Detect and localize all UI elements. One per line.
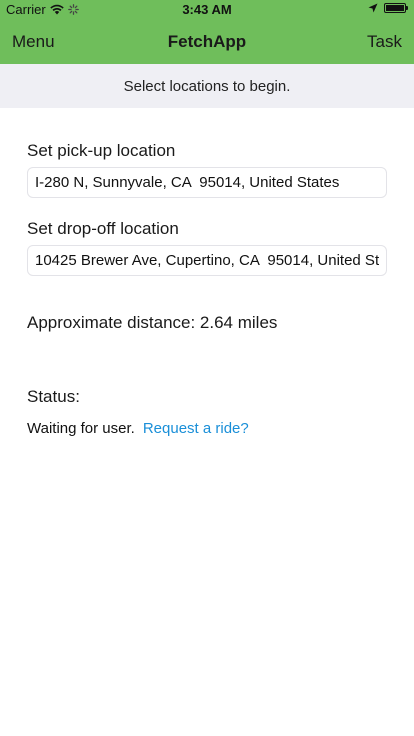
status-row: Waiting for user. Request a ride? bbox=[27, 420, 249, 437]
pickup-label: Set pick-up location bbox=[27, 141, 176, 160]
location-arrow-icon bbox=[368, 3, 378, 13]
clock: 3:43 AM bbox=[182, 2, 232, 17]
navigation-bar: Menu FetchApp Task bbox=[0, 20, 414, 64]
battery-icon bbox=[384, 3, 408, 13]
task-button[interactable]: Task bbox=[367, 32, 402, 52]
dropoff-label: Set drop-off location bbox=[27, 219, 179, 238]
request-ride-link[interactable]: Request a ride? bbox=[143, 420, 249, 437]
dropoff-location-field[interactable] bbox=[27, 245, 387, 276]
instruction-text: Select locations to begin. bbox=[123, 77, 291, 95]
distance-text: Approximate distance: 2.64 miles bbox=[27, 313, 278, 332]
instruction-banner: Select locations to begin. bbox=[0, 64, 414, 108]
app-title: FetchApp bbox=[167, 32, 247, 51]
pickup-location-field[interactable] bbox=[27, 167, 387, 198]
status-bar: Carrier 3:43 AM bbox=[0, 0, 414, 20]
status-right bbox=[368, 3, 408, 13]
status-label: Status: bbox=[27, 387, 80, 406]
status-value: Waiting for user. bbox=[27, 420, 135, 437]
battery-fill bbox=[386, 5, 404, 11]
